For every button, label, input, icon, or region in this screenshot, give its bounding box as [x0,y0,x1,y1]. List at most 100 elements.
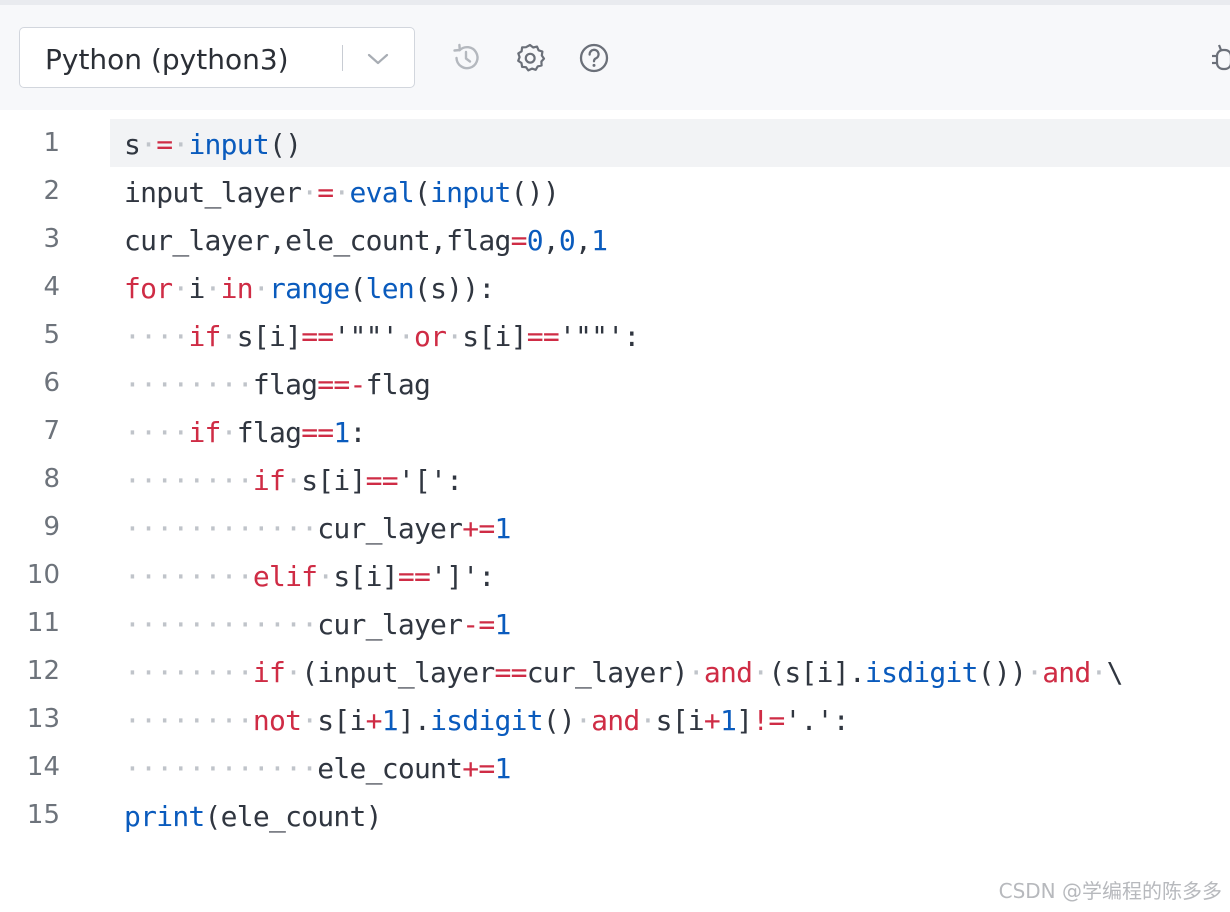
code-text: '[': [397,464,463,497]
code-line[interactable]: 11 ············cur_layer-=1 [0,599,1230,647]
code-text[interactable]: s·=·input() [124,128,302,161]
code-number: 1 [494,752,511,785]
line-number: 8 [43,464,60,494]
whitespace-marker: · [301,176,318,209]
code-operator: + [365,704,383,737]
code-text[interactable]: ········if·(input_layer==cur_layer)·and·… [124,656,1123,689]
code-keyword: if [188,320,221,353]
code-line[interactable]: 10 ········elif·s[i]==']': [0,551,1230,599]
code-text[interactable]: ····if·flag==1: [124,416,366,449]
code-text[interactable]: ····if·s[i]=='""'·or·s[i]=='""': [124,320,640,353]
code-text: flag [236,416,302,449]
code-line[interactable]: 1 s·=·input() [0,119,1230,167]
code-line[interactable]: 4 for·i·in·range(len(s)): [0,263,1230,311]
language-select[interactable]: Python (python3) [19,27,415,88]
code-line[interactable]: 6 ········flag==-flag [0,359,1230,407]
whitespace-marker: · [333,176,350,209]
code-number: 1 [333,416,350,449]
code-keyword: and [1042,656,1091,689]
line-number: 12 [26,656,60,686]
code-text[interactable]: ········if·s[i]=='[': [124,464,463,497]
whitespace-marker: · [220,416,238,449]
code-text: '.': [784,704,849,737]
code-line[interactable]: 2 input_layer·=·eval(input()) [0,167,1230,215]
code-text: flag [252,368,318,401]
code-keyword: for [124,272,173,305]
whitespace-marker: ········ [124,704,254,737]
code-text: : [349,416,367,449]
code-text: input_layer [124,176,302,209]
whitespace-marker: ········ [124,560,254,593]
whitespace-marker: · [220,320,238,353]
help-icon[interactable] [578,42,610,74]
code-text: ()) [977,656,1027,689]
code-text: (input_layer [301,656,495,689]
history-icon[interactable] [450,42,482,74]
line-number: 4 [43,272,60,302]
code-number: 1 [494,512,511,545]
whitespace-marker: ············ [124,608,318,641]
line-number: 10 [26,560,60,590]
whitespace-marker: · [252,272,270,305]
code-operator: == [526,320,560,353]
line-number: 5 [43,320,60,350]
code-line[interactable]: 12 ········if·(input_layer==cur_layer)·an… [0,647,1230,695]
whitespace-marker: · [172,128,189,161]
code-line[interactable]: 7 ····if·flag==1: [0,407,1230,455]
code-line[interactable]: 14 ············ele_count+=1 [0,743,1230,791]
code-keyword: elif [252,560,318,593]
whitespace-marker: · [1090,656,1108,689]
code-text[interactable]: ············cur_layer-=1 [124,608,511,641]
code-line[interactable]: 13 ········not·s[i+1].isdigit()·and·s[i+1… [0,695,1230,743]
line-number: 14 [26,752,60,782]
line-number: 6 [43,368,60,398]
chevron-down-icon[interactable] [366,47,390,71]
code-number: 1 [381,704,399,737]
code-text[interactable]: cur_layer,ele_count,flag=0,0,1 [124,224,608,257]
code-text[interactable]: print(ele_count) [124,800,382,833]
code-operator: == [301,320,334,353]
whitespace-marker: · [446,320,463,353]
code-text[interactable]: ········elif·s[i]==']': [124,560,495,593]
code-text: i [188,272,205,305]
whitespace-marker: · [397,320,415,353]
code-function: range [268,272,350,305]
code-editor[interactable]: 1 s·=·input() 2 input_layer·=·eval(input())… [0,110,1230,850]
code-line[interactable]: 15 print(ele_count) [0,791,1230,839]
whitespace-marker: ···· [124,320,189,353]
gear-icon[interactable] [514,42,546,74]
code-line[interactable]: 3 cur_layer,ele_count,flag=0,0,1 [0,215,1230,263]
code-function: eval [349,176,415,209]
code-line[interactable]: 9 ············cur_layer+=1 [0,503,1230,551]
debug-icon[interactable] [1208,42,1230,74]
code-operator: = [317,176,334,209]
code-line[interactable]: 8 ········if·s[i]=='[': [0,455,1230,503]
code-text[interactable]: ············cur_layer+=1 [124,512,511,545]
code-operator: != [752,704,785,737]
code-text: cur_layer [317,608,463,641]
line-number: 11 [26,608,60,638]
language-select-value: Python (python3) [45,43,289,76]
line-number: 7 [43,416,60,446]
code-text: , [575,224,592,257]
code-operator: == [301,416,334,449]
code-text: ']': [430,560,495,593]
code-text: s[i [317,704,366,737]
code-text: ( [349,272,367,305]
code-function: input [430,176,511,209]
line-number: 9 [43,512,60,542]
code-text[interactable]: ············ele_count+=1 [124,752,511,785]
whitespace-marker: · [285,464,302,497]
whitespace-marker: ········ [124,368,254,401]
code-text: s[i] [333,560,398,593]
code-operator: + [703,704,721,737]
code-text: (s)): [413,272,495,305]
code-text[interactable]: input_layer·=·eval(input()) [124,176,560,209]
code-text: ] [736,704,753,737]
code-text[interactable]: for·i·in·range(len(s)): [124,272,495,305]
code-text[interactable]: ········not·s[i+1].isdigit()·and·s[i+1]!… [124,704,850,737]
line-number: 13 [26,704,60,734]
code-text[interactable]: ········flag==-flag [124,368,431,401]
language-select-divider [342,45,343,71]
code-line[interactable]: 5 ····if·s[i]=='""'·or·s[i]=='""': [0,311,1230,359]
